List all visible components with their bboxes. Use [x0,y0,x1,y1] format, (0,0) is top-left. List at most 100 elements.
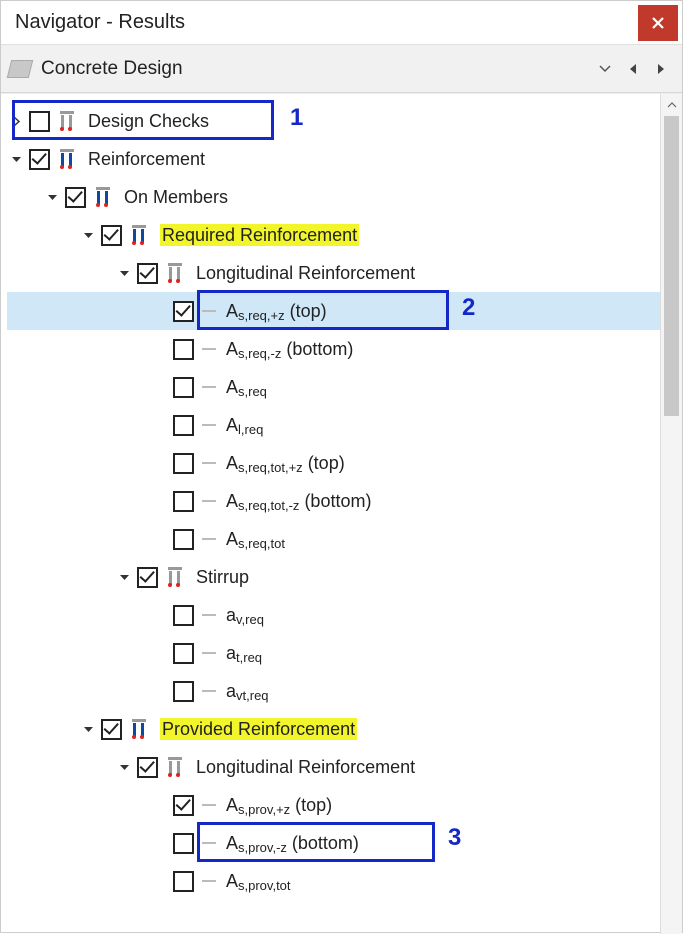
checkbox[interactable] [29,111,50,132]
triangle-left-icon [628,63,638,75]
tree-item-label: As,req,-z (bottom) [226,339,353,360]
scroll-thumb[interactable] [664,116,679,416]
tree-item-label: Al,req [226,415,263,436]
tree-view[interactable]: Design Checks Reinforcement On Members Requ… [1,94,660,934]
annotation-label-2: 2 [462,294,475,322]
tree-item-long1-0[interactable]: As,req,+z (top) [7,292,660,330]
close-icon [651,16,665,30]
checkbox[interactable] [137,757,158,778]
tree-item-label: As,req,tot,+z (top) [226,453,345,474]
item-dash-icon [202,652,216,654]
tree-item-label: at,req [226,643,262,664]
checkbox[interactable] [173,871,194,892]
tree-item-label: As,req [226,377,267,398]
checkbox[interactable] [173,605,194,626]
tree-item-label: On Members [124,187,228,208]
result-type-icon [130,225,152,245]
tree-item-long2-1[interactable]: As,prov,-z (bottom) [7,824,660,862]
checkbox[interactable] [29,149,50,170]
prev-button[interactable] [620,56,646,82]
tree-item-label: As,prov,-z (bottom) [226,833,359,854]
tree-item-required-reinforcement[interactable]: Required Reinforcement [7,216,660,254]
tree-item-provided-reinforcement[interactable]: Provided Reinforcement [7,710,660,748]
close-button[interactable] [638,5,678,41]
tree-item-longitudinal-1[interactable]: Longitudinal Reinforcement [7,254,660,292]
item-dash-icon [202,842,216,844]
tree-item-reinforcement[interactable]: Reinforcement [7,140,660,178]
collapse-icon[interactable] [115,264,133,282]
tree-item-long1-3[interactable]: Al,req [7,406,660,444]
window-title: Navigator - Results [15,11,185,34]
scroll-up-button[interactable] [661,94,682,116]
tree-item-label: avt,req [226,681,269,702]
checkbox[interactable] [173,301,194,322]
tree-item-stirrup[interactable]: Stirrup [7,558,660,596]
item-dash-icon [202,614,216,616]
collapse-icon[interactable] [7,150,25,168]
result-type-icon [58,149,80,169]
tree-item-label: Reinforcement [88,149,205,170]
tree-item-label: Required Reinforcement [160,225,359,246]
tree-item-label: As,prov,tot [226,871,291,892]
item-dash-icon [202,386,216,388]
checkbox[interactable] [101,719,122,740]
collapse-icon[interactable] [115,568,133,586]
result-type-icon [166,263,188,283]
checkbox[interactable] [173,453,194,474]
collapse-icon[interactable] [43,188,61,206]
dropdown-button[interactable] [592,56,618,82]
checkbox[interactable] [137,263,158,284]
collapse-icon[interactable] [115,758,133,776]
tree-item-label: Longitudinal Reinforcement [196,263,415,284]
tree-item-long2-2[interactable]: As,prov,tot [7,862,660,900]
tree-item-design-checks[interactable]: Design Checks [7,102,660,140]
checkbox[interactable] [173,415,194,436]
chevron-up-icon [667,102,677,108]
item-dash-icon [202,500,216,502]
toolbar: Concrete Design [1,45,682,93]
tree-item-stirrup-0[interactable]: av,req [7,596,660,634]
tree-item-long1-2[interactable]: As,req [7,368,660,406]
tree-item-long1-1[interactable]: As,req,-z (bottom) [7,330,660,368]
checkbox[interactable] [173,491,194,512]
tree-item-on-members[interactable]: On Members [7,178,660,216]
checkbox[interactable] [173,377,194,398]
tree-item-long2-0[interactable]: As,prov,+z (top) [7,786,660,824]
tree-item-long1-4[interactable]: As,req,tot,+z (top) [7,444,660,482]
checkbox[interactable] [173,339,194,360]
item-dash-icon [202,880,216,882]
tree-item-label: As,prov,+z (top) [226,795,332,816]
result-type-icon [166,757,188,777]
annotation-label-3: 3 [448,824,461,852]
tree-item-stirrup-2[interactable]: avt,req [7,672,660,710]
checkbox[interactable] [173,795,194,816]
annotation-label-1: 1 [290,104,303,132]
tree-item-longitudinal-2[interactable]: Longitudinal Reinforcement [7,748,660,786]
collapse-icon[interactable] [79,226,97,244]
result-type-icon [58,111,80,131]
toolbar-label: Concrete Design [41,58,590,80]
collapse-icon[interactable] [79,720,97,738]
tree-item-label: As,req,tot,-z (bottom) [226,491,371,512]
checkbox[interactable] [173,529,194,550]
scrollbar[interactable] [660,94,682,934]
checkbox[interactable] [65,187,86,208]
category-icon [7,60,33,78]
tree-item-label: Longitudinal Reinforcement [196,757,415,778]
tree-item-long1-6[interactable]: As,req,tot [7,520,660,558]
checkbox[interactable] [173,643,194,664]
checkbox[interactable] [101,225,122,246]
tree-item-stirrup-1[interactable]: at,req [7,634,660,672]
next-button[interactable] [648,56,674,82]
item-dash-icon [202,690,216,692]
result-type-icon [94,187,116,207]
result-type-icon [130,719,152,739]
checkbox[interactable] [173,681,194,702]
tree-item-label: As,req,tot [226,529,285,550]
checkbox[interactable] [173,833,194,854]
expand-icon[interactable] [7,112,25,130]
tree-item-label: av,req [226,605,264,626]
item-dash-icon [202,310,216,312]
tree-item-long1-5[interactable]: As,req,tot,-z (bottom) [7,482,660,520]
checkbox[interactable] [137,567,158,588]
